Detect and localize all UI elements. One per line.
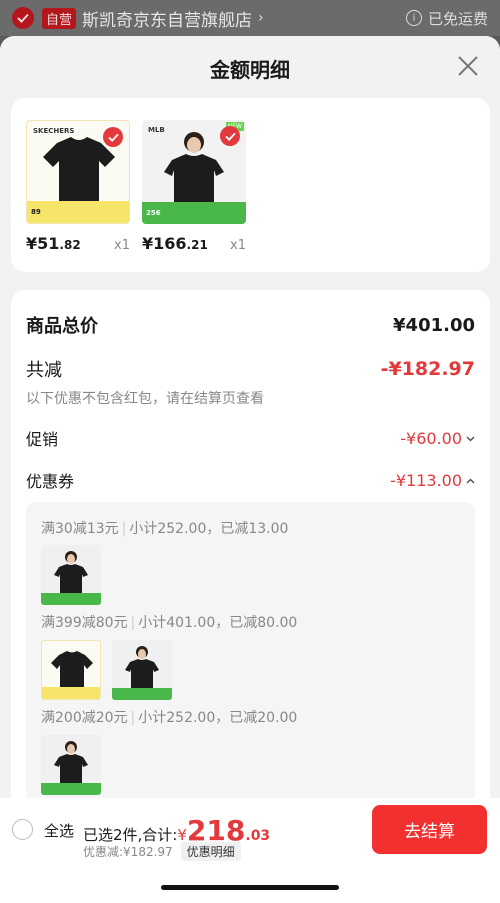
close-icon bbox=[458, 56, 478, 76]
coupon-product-thumb[interactable] bbox=[41, 545, 101, 605]
coupon-rule: 满30减13元 bbox=[41, 521, 119, 537]
discount-line: 优惠减:¥182.97 优惠明细 bbox=[83, 842, 241, 861]
store-arrow-icon: › bbox=[258, 10, 264, 26]
mini-price: 256 bbox=[146, 209, 161, 217]
product-image[interactable]: MLB NEW 256 bbox=[142, 120, 246, 224]
product-price-row: ¥51.82 x1 bbox=[26, 234, 130, 253]
total-row: 商品总价 ¥401.00 bbox=[26, 312, 475, 338]
coupon-label: 优惠券 bbox=[26, 472, 75, 491]
promo-value-group[interactable]: -¥60.00 bbox=[400, 429, 475, 448]
coupon-detail: 小计252.00，已减13.00 bbox=[129, 521, 289, 537]
store-name[interactable]: 斯凯奇京东自营旗舰店 bbox=[82, 6, 252, 31]
selected-check-icon[interactable] bbox=[220, 126, 240, 146]
coupon-product-thumb[interactable] bbox=[41, 640, 101, 700]
product-item[interactable]: MLB NEW 256 ¥166.21 x1 bbox=[142, 120, 246, 253]
promo-row[interactable]: 促销 -¥60.00 bbox=[26, 426, 475, 450]
coupon-detail: 小计252.00，已减20.00 bbox=[138, 710, 298, 726]
price-summary-card: 商品总价 ¥401.00 共减 -¥182.97 以下优惠不包含红包，请在结算页… bbox=[11, 290, 490, 882]
promo-value: -¥60.00 bbox=[400, 428, 462, 448]
promo-label: 促销 bbox=[26, 430, 59, 449]
product-image[interactable]: SKECHERS 89 bbox=[26, 120, 130, 224]
product-price: ¥51.82 bbox=[26, 234, 81, 253]
amount-detail-sheet: 金额明细 SKECHERS 89 ¥51.82 x1 MLB 256 ¥166.… bbox=[0, 36, 500, 903]
coupon-value: -¥113.00 bbox=[390, 470, 462, 490]
discount-detail-button[interactable]: 优惠明细 bbox=[180, 842, 241, 861]
promo-strip: 89 bbox=[27, 201, 129, 223]
total-integer: 218 bbox=[186, 814, 246, 847]
store-check-icon[interactable] bbox=[12, 7, 34, 29]
chevron-up-icon[interactable] bbox=[466, 474, 475, 487]
reduce-label: 共减 bbox=[26, 360, 62, 381]
checkout-bar: 全选 已选2件,合计: ¥ 218 .03 优惠减:¥182.97 优惠明细 去… bbox=[0, 798, 500, 903]
reduce-value: -¥182.97 bbox=[380, 358, 475, 380]
selected-products-card: SKECHERS 89 ¥51.82 x1 MLB NEW bbox=[11, 98, 490, 272]
coupon-row[interactable]: 优惠券 -¥113.00 bbox=[26, 468, 475, 492]
store-header: 自营 斯凯奇京东自营旗舰店 › i 已免运费 bbox=[0, 0, 500, 36]
mini-price: 89 bbox=[31, 208, 41, 216]
selected-check-icon[interactable] bbox=[103, 127, 123, 147]
sheet-title: 金额明细 bbox=[210, 58, 290, 82]
free-shipping[interactable]: i 已免运费 bbox=[405, 8, 488, 29]
product-item[interactable]: SKECHERS 89 ¥51.82 x1 bbox=[26, 120, 130, 253]
select-all-label[interactable]: 全选 bbox=[44, 820, 74, 841]
promo-strip: 256 bbox=[142, 202, 246, 224]
info-icon: i bbox=[405, 10, 422, 26]
coupon-rule: 满399减80元 bbox=[41, 615, 128, 631]
total-label: 商品总价 bbox=[26, 316, 98, 337]
coupon-line: 满200减20元 | 小计252.00，已减20.00 bbox=[41, 710, 298, 726]
hint-text: 以下优惠不包含红包，请在结算页查看 bbox=[26, 391, 264, 407]
select-all-radio[interactable] bbox=[12, 819, 33, 840]
coupon-rule: 满200减20元 bbox=[41, 710, 128, 726]
product-price: ¥166.21 bbox=[142, 234, 208, 253]
chevron-down-icon[interactable] bbox=[466, 432, 475, 445]
home-indicator[interactable] bbox=[161, 885, 339, 890]
coupon-line: 满399减80元 | 小计401.00，已减80.00 bbox=[41, 615, 298, 631]
close-button[interactable] bbox=[456, 54, 480, 78]
coupon-product-thumb[interactable] bbox=[112, 640, 172, 700]
coupon-line: 满30减13元 | 小计252.00，已减13.00 bbox=[41, 521, 289, 537]
product-qty: x1 bbox=[114, 238, 130, 253]
checkout-button[interactable]: 去结算 bbox=[372, 805, 487, 854]
total-decimal: .03 bbox=[245, 828, 271, 844]
self-operated-tag: 自营 bbox=[42, 7, 77, 29]
coupon-product-thumb[interactable] bbox=[41, 735, 101, 795]
coupon-value-group[interactable]: -¥113.00 bbox=[390, 471, 475, 490]
coupon-detail: 小计401.00，已减80.00 bbox=[138, 615, 298, 631]
product-qty: x1 bbox=[230, 238, 246, 253]
product-price-row: ¥166.21 x1 bbox=[142, 234, 246, 253]
total-value: ¥401.00 bbox=[393, 314, 475, 336]
discount-amount: 优惠减:¥182.97 bbox=[83, 845, 173, 859]
reduce-row: 共减 -¥182.97 bbox=[26, 356, 475, 382]
free-shipping-label: 已免运费 bbox=[427, 9, 488, 28]
selected-total: 已选2件,合计: ¥ 218 .03 bbox=[83, 817, 270, 845]
